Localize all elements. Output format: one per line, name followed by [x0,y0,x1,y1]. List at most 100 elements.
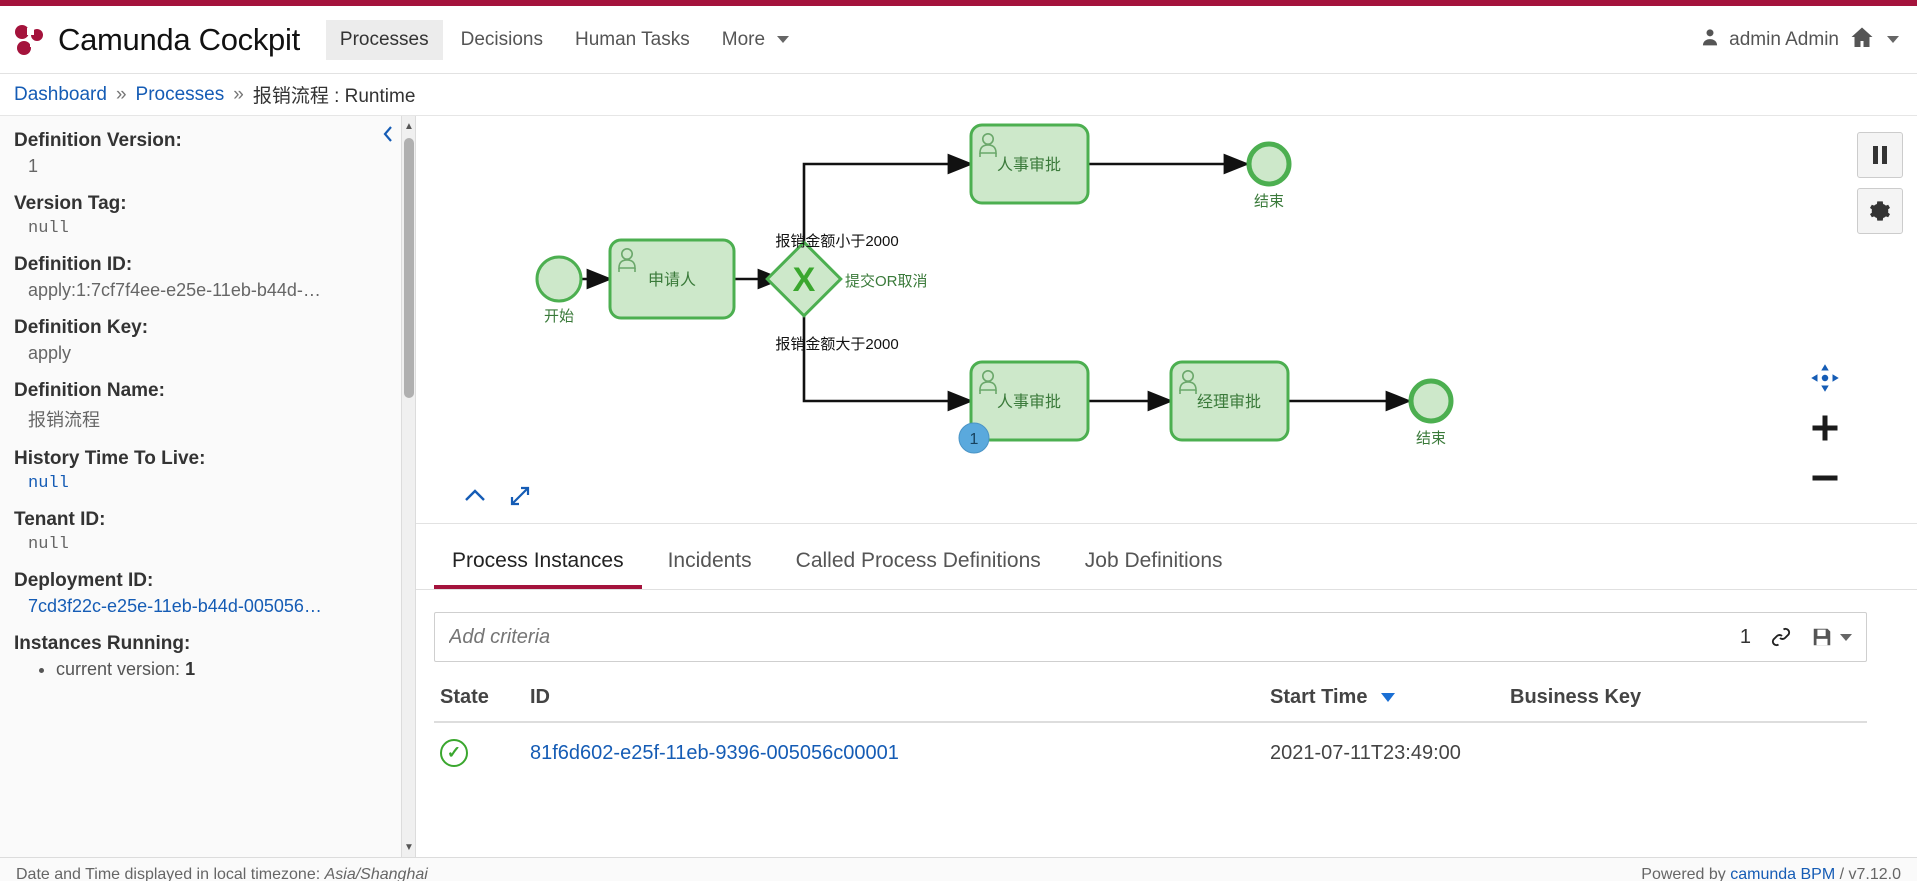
definition-properties-sidebar: Definition Version: 1 Version Tag: null … [0,116,416,857]
nav-item-processes[interactable]: Processes [325,19,443,60]
process-instances-panel: 1 [416,590,1917,857]
property-label: Tenant ID: [14,509,106,530]
bpmn-node-manager-approval[interactable]: 经理审批 [1169,360,1290,442]
search-bar[interactable]: 1 [434,612,1867,662]
camunda-logo-icon [14,24,46,56]
content-tabs: Process Instances Incidents Called Proce… [416,524,1917,590]
column-header-id[interactable]: ID [524,678,1264,723]
pause-icon [1873,146,1887,164]
breadcrumb-item-processes[interactable]: Processes [136,84,225,106]
sidebar-content: Definition Version: 1 Version Tag: null … [0,116,415,680]
user-menu[interactable]: admin Admin [1700,27,1839,53]
column-header-start-time-label: Start Time [1270,686,1368,708]
gear-icon [1870,201,1890,221]
tab-job-definitions[interactable]: Job Definitions [1067,543,1241,589]
bpmn-node-end-event-bottom[interactable]: 结束 [1408,378,1454,447]
property-deployment-id: Deployment ID: 7cd3f22c-e25e-11eb-b44d-0… [14,570,395,617]
sidebar-scrollbar-thumb[interactable] [404,138,414,398]
bpmn-node-applicant-task[interactable]: 申请人 [608,238,736,320]
link-icon [1771,627,1791,647]
fullscreen-diagram-button[interactable] [508,484,532,513]
instances-running-list: current version: 1 [14,659,395,680]
svg-text:申请人: 申请人 [648,271,696,289]
bpmn-node-exclusive-gateway[interactable]: X 提交OR取消 [765,240,928,318]
property-value: 1 [28,156,39,176]
powered-by-label: Powered by [1641,865,1731,881]
property-label: Definition Version: [14,130,182,151]
svg-text:人事审批: 人事审批 [997,156,1061,174]
property-value: apply:1:7cf7f4ee-e25e-11eb-b44d-… [28,280,321,300]
minus-icon [1812,475,1838,481]
property-value: null [28,535,69,554]
app-header: Camunda Cockpit Processes Decisions Huma… [0,6,1917,74]
nav-item-decisions[interactable]: Decisions [447,20,557,60]
cell-state: ✓ [434,722,524,783]
bpmn-node-hr-approval-top[interactable]: 人事审批 [969,123,1090,205]
property-label: Deployment ID: [14,570,154,591]
breadcrumb-item-dashboard[interactable]: Dashboard [14,84,107,106]
scroll-down-icon[interactable]: ▼ [404,841,414,853]
brand[interactable]: Camunda Cockpit [0,22,300,58]
app-footer: Date and Time displayed in local timezon… [0,857,1917,881]
cell-instance-id[interactable]: 81f6d602-e25f-11eb-9396-005056c00001 [524,722,1264,783]
nav-item-human-tasks[interactable]: Human Tasks [561,20,704,60]
table-row[interactable]: ✓ 81f6d602-e25f-11eb-9396-005056c00001 2… [434,722,1867,783]
tab-called-process-definitions[interactable]: Called Process Definitions [778,543,1059,589]
property-definition-name: Definition Name: 报销流程 [14,380,395,432]
reset-zoom-button[interactable] [1803,357,1847,399]
nav-item-more[interactable]: More [708,20,804,60]
svg-text:结束: 结束 [1254,193,1284,210]
save-icon [1813,628,1831,646]
column-header-business-key[interactable]: Business Key [1504,678,1867,723]
sidebar-collapse-button[interactable] [381,124,395,150]
property-value-link[interactable]: 7cd3f22c-e25e-11eb-b44d-005056… [14,596,374,617]
sidebar-scrollbar[interactable]: ▲ ▼ [401,116,415,857]
svg-text:提交OR取消: 提交OR取消 [845,272,928,290]
activity-instance-badge[interactable]: 1 [958,422,990,454]
search-input[interactable] [449,625,1740,649]
svg-text:经理审批: 经理审批 [1197,393,1261,411]
table-header-row: State ID Start Time Business Key [434,678,1867,723]
property-instances-running: Instances Running: current version: 1 [14,633,395,680]
property-value-link[interactable]: null [14,474,395,493]
process-instances-table: State ID Start Time Business Key ✓ 81f6d… [434,678,1867,783]
tab-incidents[interactable]: Incidents [650,543,770,589]
settings-button[interactable] [1857,188,1903,234]
cell-business-key [1504,722,1867,783]
chevron-down-icon [1887,36,1899,43]
check-circle-icon: ✓ [440,739,468,767]
collapse-diagram-button[interactable] [462,486,488,511]
scroll-up-icon[interactable]: ▲ [404,120,414,132]
column-header-state[interactable]: State [434,678,524,723]
tab-process-instances[interactable]: Process Instances [434,543,642,589]
column-header-start-time[interactable]: Start Time [1264,678,1504,723]
timezone-notice: Date and Time displayed in local timezon… [16,866,428,881]
svg-text:开始: 开始 [544,308,574,325]
save-filter-button[interactable] [1811,626,1852,648]
zoom-out-button[interactable] [1803,457,1847,499]
version-label: / v7.12.0 [1835,865,1901,881]
chevron-up-icon [465,489,485,501]
powered-by: Powered by camunda BPM / v7.12.0 [1641,866,1901,881]
property-value: 报销流程 [28,410,100,430]
header-right-section: admin Admin [1700,25,1917,54]
instance-version-label: current version: [56,659,186,679]
zoom-in-button[interactable] [1803,407,1847,449]
svg-text:X: X [793,261,816,299]
bpmn-node-end-event-top[interactable]: 结束 [1246,141,1292,210]
svg-text:人事审批: 人事审批 [997,393,1061,411]
bpmn-node-start-event[interactable]: 开始 [535,255,583,325]
bpmn-node-hr-approval-bottom[interactable]: 人事审批 1 [958,360,1090,454]
expand-icon [510,486,530,506]
copy-link-button[interactable] [1769,625,1793,649]
pause-button[interactable] [1857,132,1903,178]
home-menu[interactable] [1849,25,1899,54]
diagram-bottom-controls [462,484,532,513]
camunda-bpm-link[interactable]: camunda BPM [1730,866,1835,881]
property-version-tag: Version Tag: null [14,193,395,238]
breadcrumb-separator: » [115,83,127,105]
bpmn-diagram-canvas[interactable]: 开始 申请人 X 提交OR取消 报销金额小于2000 报销金额大于2000 人事… [416,116,1917,524]
property-label: Definition Key: [14,317,149,338]
property-value: null [28,219,69,238]
diagram-zoom-controls [1803,357,1847,499]
